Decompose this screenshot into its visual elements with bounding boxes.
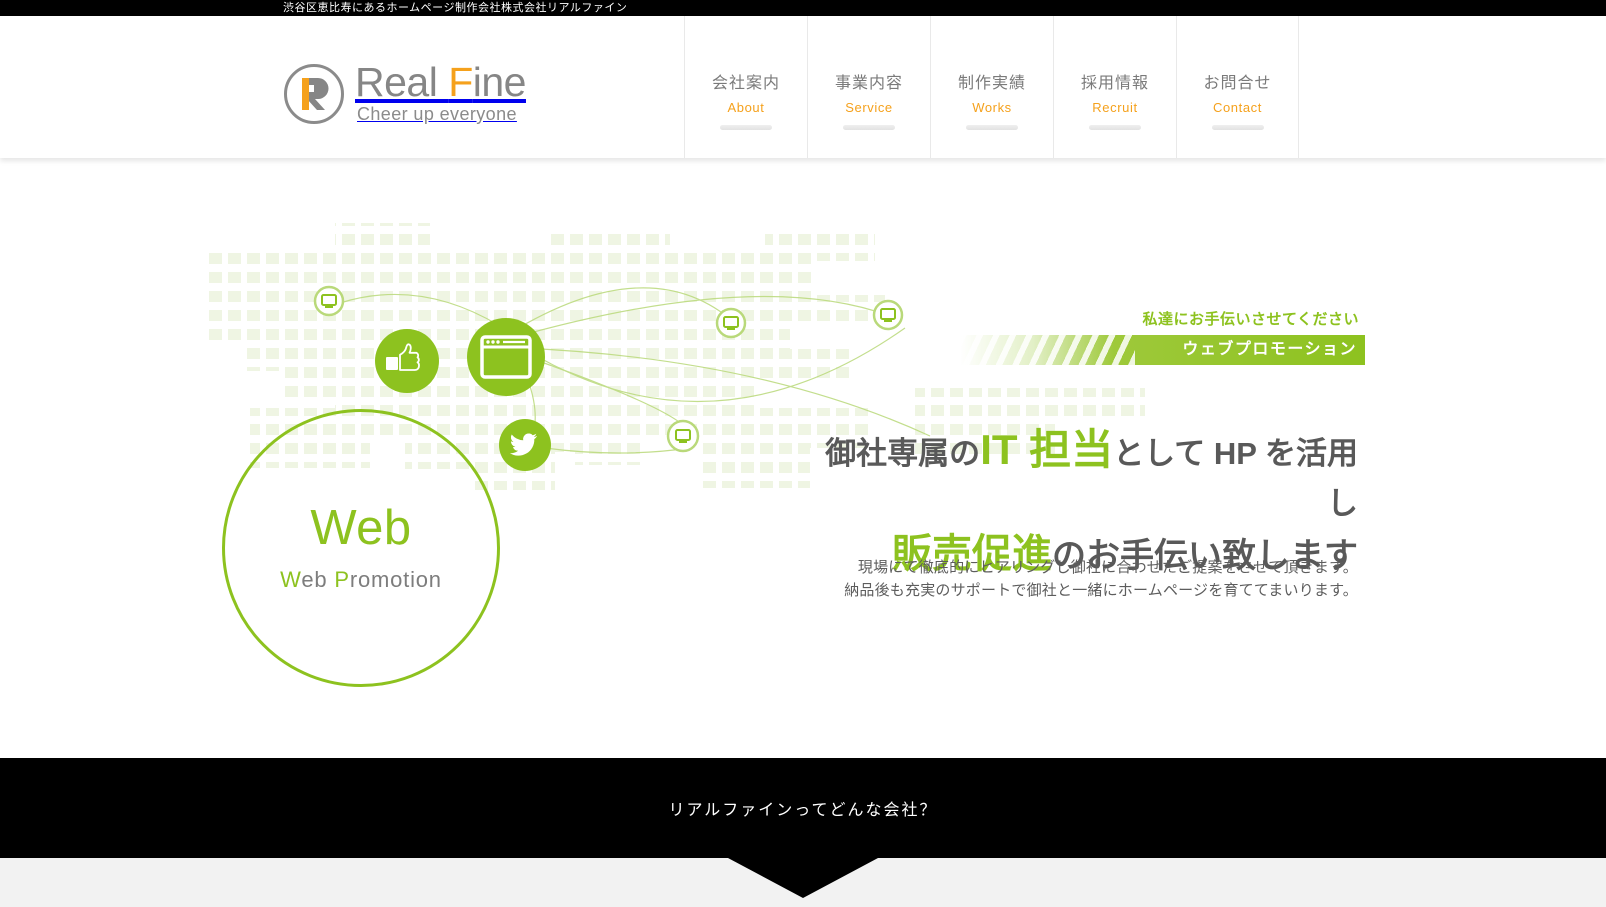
- nav-label-ja: 事業内容: [834, 75, 903, 92]
- nav-label-en: Service: [845, 100, 893, 115]
- nav-underline: [966, 125, 1018, 130]
- promo-bar-stripes: [960, 335, 1135, 365]
- company-question-band[interactable]: リアルファインってどんな会社？: [0, 758, 1606, 858]
- lead-line-1: 現場にて徹底的にヒアリングし御社に合わせたご提案をさせて頂きます。: [857, 559, 1358, 576]
- web-circle-title: Web: [310, 500, 412, 555]
- down-arrow-icon: [728, 858, 878, 898]
- web-subtitle-accent-1: W: [280, 566, 302, 592]
- nav-item-service[interactable]: 事業内容 Service: [807, 16, 930, 158]
- hero-section: Web Web Promotion 私達にお手伝いさせてください ウェブプロモー…: [0, 158, 1606, 758]
- nav-underline: [843, 125, 895, 130]
- web-subtitle-accent-2: P: [334, 566, 350, 592]
- top-tagline-bar: 渋谷区恵比寿にあるホームページ制作会社株式会社リアルファイン: [0, 0, 1606, 16]
- nav-item-works[interactable]: 制作実績 Works: [930, 16, 1053, 158]
- main-navigation: 会社案内 About 事業内容 Service 制作実績 Works 採用情報 …: [684, 16, 1299, 158]
- twitter-bird-bubble: [499, 419, 551, 471]
- nav-label-ja: お問合せ: [1203, 75, 1272, 92]
- nav-label-en: Recruit: [1092, 100, 1138, 115]
- web-promotion-circle: Web Web Promotion: [222, 409, 500, 687]
- promo-banner: 私達にお手伝いさせてください ウェブプロモーション: [960, 308, 1365, 365]
- browser-window-bubble: [467, 318, 545, 396]
- thumbs-up-bubble: [375, 329, 439, 393]
- hero-lead-text: 現場にて徹底的にヒアリングし御社に合わせたご提案をさせて頂きます。 納品後も充実…: [798, 556, 1358, 602]
- logo-word-part2: ine: [472, 59, 527, 105]
- nav-underline: [720, 125, 772, 130]
- site-header: Real Fine Cheer up everyone 会社案内 About 事…: [0, 16, 1606, 158]
- web-subtitle-rest-2: romotion: [349, 566, 442, 592]
- nav-underline: [1089, 125, 1141, 130]
- nav-item-contact[interactable]: お問合せ Contact: [1176, 16, 1299, 158]
- nav-label-en: Contact: [1212, 100, 1262, 115]
- headline-highlight-1: IT 担当: [980, 426, 1114, 473]
- logo-link[interactable]: Real Fine Cheer up everyone: [283, 62, 526, 125]
- site-tagline: 渋谷区恵比寿にあるホームページ制作会社株式会社リアルファイン: [283, 2, 628, 14]
- logo-wordmark: Real Fine: [355, 59, 527, 105]
- nav-label-en: About: [727, 100, 765, 115]
- nav-item-recruit[interactable]: 採用情報 Recruit: [1053, 16, 1176, 158]
- web-subtitle-rest-1: eb: [301, 566, 328, 592]
- nav-item-about[interactable]: 会社案内 About: [684, 16, 807, 158]
- promo-caption: 私達にお手伝いさせてください: [1142, 311, 1359, 328]
- logo-word-part1: Real: [355, 59, 449, 105]
- lead-line-2: 納品後も充実のサポートで御社と一緒にホームページを育ててまいります。: [844, 582, 1358, 599]
- promo-bar: ウェブプロモーション: [960, 335, 1365, 365]
- logo-word-accent: F: [448, 59, 473, 105]
- real-fine-r-logo-icon: [283, 63, 345, 125]
- nav-underline: [1211, 125, 1264, 130]
- logo-tagline: Cheer up everyone: [357, 104, 517, 124]
- web-circle-subtitle: Web Promotion: [280, 567, 442, 593]
- nav-label-ja: 制作実績: [957, 75, 1026, 92]
- nav-label-ja: 会社案内: [711, 75, 780, 92]
- promo-bar-label: ウェブプロモーション: [1182, 341, 1357, 358]
- headline-part-1: 御社専属の: [825, 436, 981, 471]
- company-question-text: リアルファインってどんな会社？: [668, 802, 938, 819]
- nav-label-ja: 採用情報: [1080, 75, 1149, 92]
- nav-label-en: Works: [972, 100, 1012, 115]
- logo-text-block: Real Fine Cheer up everyone: [355, 62, 526, 125]
- headline-part-2: として HP を活用し: [1113, 436, 1358, 521]
- page-root: 渋谷区恵比寿にあるホームページ制作会社株式会社リアルファイン Real Fine…: [0, 0, 1606, 907]
